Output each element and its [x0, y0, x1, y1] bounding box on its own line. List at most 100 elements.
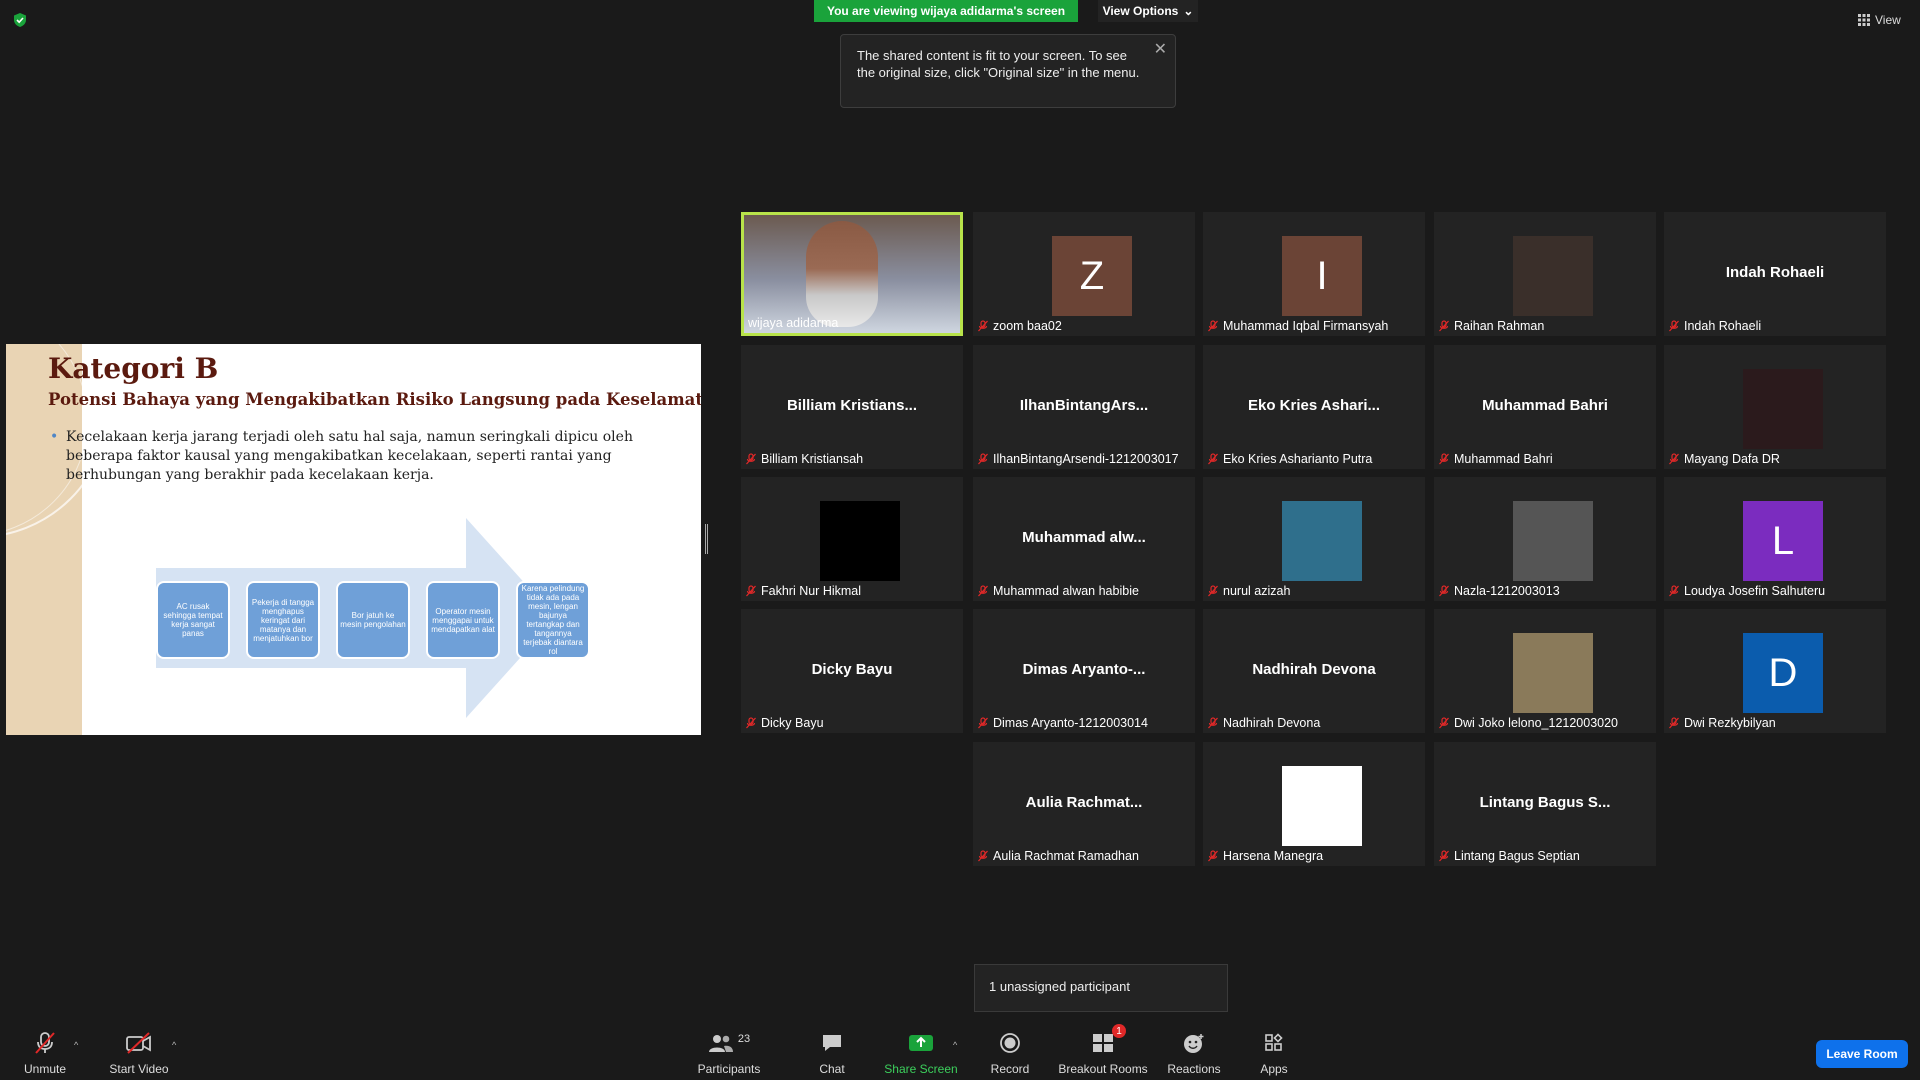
participant-tile[interactable]: Billiam Kristians... Billiam Kristiansah — [741, 345, 963, 469]
participant-tile[interactable]: Dwi Joko lelono_1212003020 — [1434, 609, 1656, 733]
participant-tile[interactable]: Mayang Dafa DR — [1664, 345, 1886, 469]
unmute-button[interactable]: Unmute — [20, 1030, 70, 1076]
leave-room-button[interactable]: Leave Room — [1816, 1040, 1908, 1068]
participant-name: Muhammad Iqbal Firmansyah — [1223, 319, 1389, 333]
start-video-label: Start Video — [109, 1062, 169, 1076]
breakout-rooms-button[interactable]: 1 Breakout Rooms — [1058, 1024, 1148, 1076]
participant-tile[interactable]: L Loudya Josefin Salhuteru — [1664, 477, 1886, 601]
muted-mic-icon — [1208, 585, 1218, 597]
unmute-label: Unmute — [23, 1062, 67, 1076]
fit-screen-tooltip: The shared content is fit to your screen… — [840, 34, 1176, 108]
muted-mic-icon — [1208, 717, 1218, 729]
participant-name: Indah Rohaeli — [1684, 319, 1762, 333]
flow-step: Karena pelindung tidak ada pada mesin, l… — [516, 581, 590, 659]
participant-tile[interactable]: Dicky Bayu Dicky Bayu — [741, 609, 963, 733]
participant-tile[interactable]: Nadhirah Devona Nadhirah Devona — [1203, 609, 1425, 733]
chevron-down-icon: ⌄ — [1183, 4, 1194, 18]
participant-tile[interactable]: Nazla-1212003013 — [1434, 477, 1656, 601]
participant-display-name: IlhanBintangArs... — [1019, 397, 1149, 414]
muted-mic-icon — [746, 453, 756, 465]
split-view-handle[interactable] — [705, 524, 708, 554]
participant-tile[interactable]: Eko Kries Ashari... Eko Kries Asharianto … — [1203, 345, 1425, 469]
participant-tile[interactable]: IlhanBintangArs... IlhanBintangArsendi-12… — [973, 345, 1195, 469]
participant-display-name: Lintang Bagus S... — [1479, 794, 1611, 811]
participants-button[interactable]: 23 Participants — [694, 1030, 764, 1076]
participant-tile[interactable]: Fakhri Nur Hikmal — [741, 477, 963, 601]
muted-mic-icon — [1439, 585, 1449, 597]
participants-icon-group: 23 — [708, 1030, 750, 1056]
participant-name: zoom baa02 — [993, 319, 1062, 333]
participant-name: Dwi Joko lelono_1212003020 — [1454, 716, 1619, 730]
participant-tile[interactable]: wijaya adidarma — [741, 212, 963, 336]
participant-tile[interactable]: Aulia Rachmat... Aulia Rachmat Ramadhan — [973, 742, 1195, 866]
participant-display-name: Dicky Bayu — [811, 661, 893, 678]
participant-name: Raihan Rahman — [1454, 319, 1545, 333]
apps-button[interactable]: Apps — [1258, 1030, 1290, 1076]
participant-tile[interactable]: Muhammad alw... Muhammad alwan habibie — [973, 477, 1195, 601]
audio-options-caret[interactable]: ^ — [74, 1040, 78, 1050]
muted-mic-icon — [1208, 850, 1218, 862]
avatar — [1743, 369, 1823, 449]
breakout-icon-wrap: 1 — [1092, 1024, 1126, 1056]
start-video-button[interactable]: Start Video — [106, 1030, 172, 1076]
participant-name-label: Eko Kries Asharianto Putra — [1207, 452, 1372, 466]
security-shield-icon[interactable] — [12, 12, 28, 28]
record-icon — [1000, 1033, 1020, 1053]
participant-name-label: Nadhirah Devona — [1207, 716, 1320, 730]
avatar — [1282, 501, 1362, 581]
participant-name-label: Dimas Aryanto-1212003014 — [977, 716, 1148, 730]
participant-name-label: Loudya Josefin Salhuteru — [1668, 584, 1825, 598]
avatar: Z — [1052, 236, 1132, 316]
muted-mic-icon — [1439, 850, 1449, 862]
share-options-caret[interactable]: ^ — [953, 1040, 957, 1050]
participant-name: IlhanBintangArsendi-1212003017 — [993, 452, 1179, 466]
share-screen-icon — [909, 1035, 933, 1051]
reactions-button[interactable]: Reactions — [1167, 1030, 1221, 1076]
participant-name-label: Billiam Kristiansah — [745, 452, 863, 466]
view-button[interactable]: View — [1858, 10, 1901, 30]
participant-name: nurul azizah — [1223, 584, 1291, 598]
participant-tile[interactable]: nurul azizah — [1203, 477, 1425, 601]
slide-bullet: Kecelakaan kerja jarang terjadi oleh sat… — [46, 428, 636, 485]
participant-tile[interactable]: Zzoom baa02 — [973, 212, 1195, 336]
participant-tile[interactable]: I Muhammad Iqbal Firmansyah — [1203, 212, 1425, 336]
participant-name-label: IlhanBintangArsendi-1212003017 — [977, 452, 1179, 466]
shared-screen: Kategori B Potensi Bahaya yang Mengakiba… — [6, 344, 701, 735]
participant-name-label: Aulia Rachmat Ramadhan — [977, 849, 1139, 863]
close-icon[interactable]: ✕ — [1154, 41, 1167, 58]
video-camera-off-icon — [126, 1032, 151, 1054]
muted-mic-icon — [1208, 320, 1218, 332]
participant-name-label: Harsena Manegra — [1207, 849, 1323, 863]
participant-tile[interactable]: Raihan Rahman — [1434, 212, 1656, 336]
unassigned-participant-notice[interactable]: 1 unassigned participant — [974, 964, 1228, 1012]
muted-mic-icon — [1439, 453, 1449, 465]
participant-name-label: Dicky Bayu — [745, 716, 824, 730]
chat-bubble-icon — [823, 1035, 841, 1051]
avatar: L — [1743, 501, 1823, 581]
participant-name-label: Fakhri Nur Hikmal — [745, 584, 861, 598]
muted-mic-icon — [1208, 453, 1218, 465]
slide-title: Kategori B — [48, 352, 219, 385]
participant-tile[interactable]: Lintang Bagus S... Lintang Bagus Septian — [1434, 742, 1656, 866]
participant-tile[interactable]: Indah Rohaeli Indah Rohaeli — [1664, 212, 1886, 336]
participant-tile[interactable]: Dimas Aryanto-... Dimas Aryanto-121200301… — [973, 609, 1195, 733]
view-options-button[interactable]: View Options ⌄ — [1098, 0, 1198, 22]
participant-name: Dwi Rezkybilyan — [1684, 716, 1776, 730]
avatar — [1513, 236, 1593, 316]
participants-count: 23 — [737, 1033, 751, 1045]
participant-name-label: Raihan Rahman — [1438, 319, 1544, 333]
video-options-caret[interactable]: ^ — [172, 1040, 176, 1050]
participant-tile[interactable]: Harsena Manegra — [1203, 742, 1425, 866]
muted-mic-icon — [1669, 320, 1679, 332]
record-button[interactable]: Record — [988, 1030, 1032, 1076]
share-screen-button[interactable]: Share Screen — [884, 1030, 958, 1076]
view-label: View — [1875, 13, 1901, 27]
apps-label: Apps — [1260, 1062, 1288, 1076]
chat-button[interactable]: Chat — [812, 1030, 852, 1076]
participant-name-label: Mayang Dafa DR — [1668, 452, 1780, 466]
avatar — [820, 501, 900, 581]
participant-name-label: Muhammad Iqbal Firmansyah — [1207, 319, 1388, 333]
muted-mic-icon — [978, 850, 988, 862]
participant-tile[interactable]: D Dwi Rezkybilyan — [1664, 609, 1886, 733]
participant-tile[interactable]: Muhammad Bahri Muhammad Bahri — [1434, 345, 1656, 469]
